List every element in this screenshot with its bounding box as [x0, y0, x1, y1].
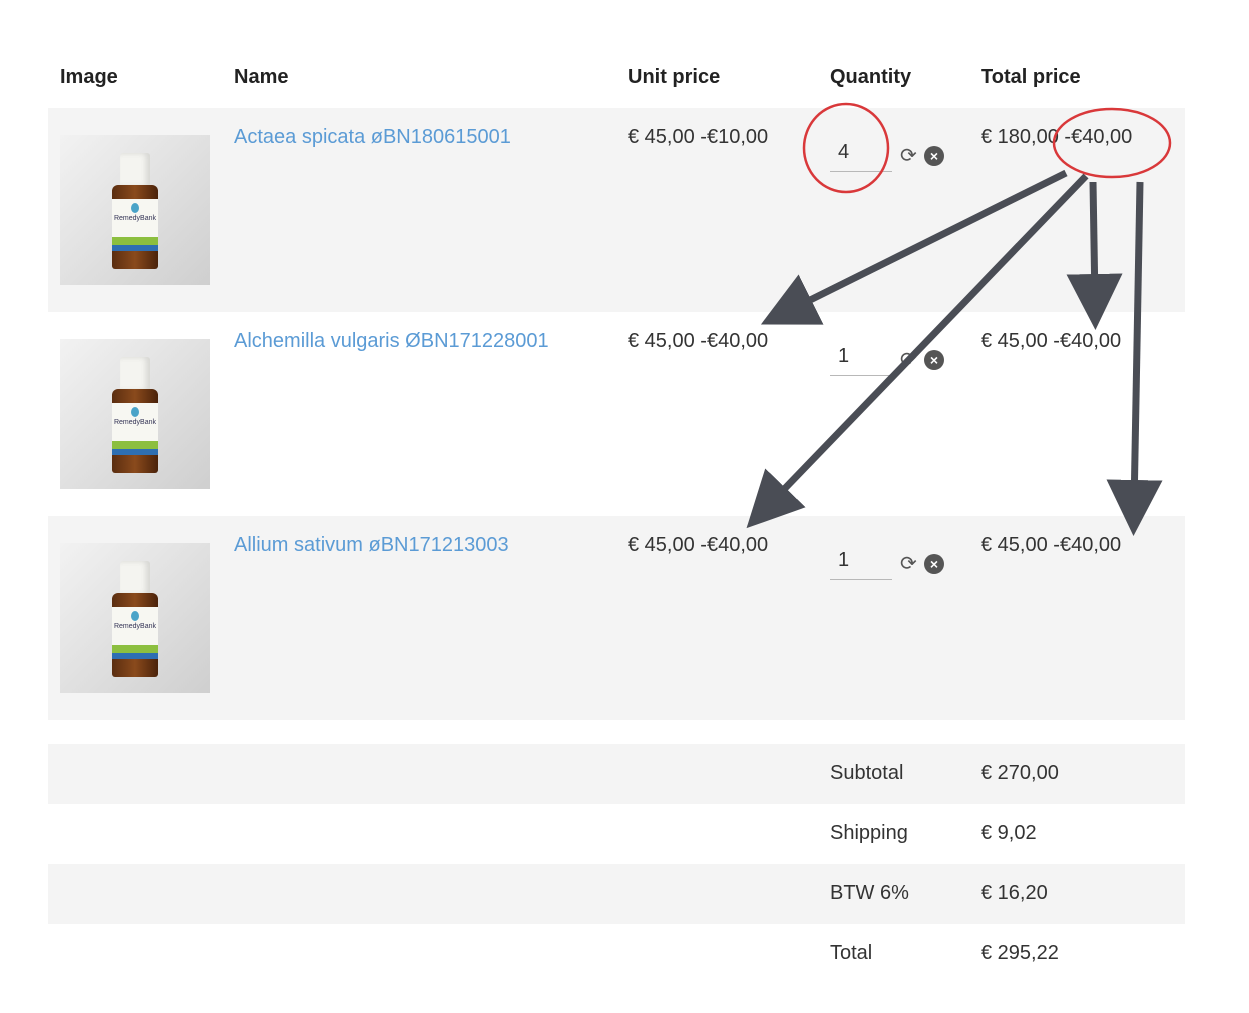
summary-value: € 295,22	[981, 942, 1059, 964]
brand-label: RemedyBank	[113, 623, 157, 630]
bottle-graphic: RemedyBank	[112, 561, 158, 677]
refresh-icon[interactable]: ⟳	[900, 554, 917, 574]
product-image[interactable]: RemedyBank	[60, 543, 210, 693]
summary-row-total: Total € 295,22	[48, 924, 1185, 984]
table-row: RemedyBank Allium sativum øBN171213003 €…	[48, 516, 1185, 720]
table-row: RemedyBank Actaea spicata øBN180615001 €…	[48, 108, 1185, 312]
header-image: Image	[60, 66, 118, 88]
product-image[interactable]: RemedyBank	[60, 135, 210, 285]
brand-label: RemedyBank	[113, 419, 157, 426]
header-quantity: Quantity	[830, 66, 912, 88]
quantity-input[interactable]	[830, 542, 892, 580]
header-total-price: Total price	[981, 66, 1081, 88]
total-price: € 45,00 -€40,00	[981, 534, 1122, 556]
quantity-input[interactable]	[830, 338, 892, 376]
summary-value: € 270,00	[981, 762, 1059, 784]
refresh-icon[interactable]: ⟳	[900, 350, 917, 370]
summary-label: BTW 6%	[830, 882, 909, 904]
summary-value: € 9,02	[981, 822, 1037, 844]
bottle-graphic: RemedyBank	[112, 357, 158, 473]
summary-label: Subtotal	[830, 762, 904, 784]
summary-label: Total	[830, 942, 873, 964]
quantity-input[interactable]	[830, 134, 892, 172]
unit-price: € 45,00 -€40,00	[628, 330, 769, 352]
header-unit-price: Unit price	[628, 66, 721, 88]
total-price: € 180,00 -€40,00	[981, 126, 1133, 148]
header-name: Name	[234, 66, 289, 88]
table-header: Image Name Unit price Quantity Total pri…	[48, 62, 1185, 98]
product-name-link[interactable]: Actaea spicata øBN180615001	[234, 126, 511, 149]
remove-icon[interactable]: ×	[924, 350, 944, 370]
summary-value: € 16,20	[981, 882, 1048, 904]
unit-price: € 45,00 -€10,00	[628, 126, 769, 148]
refresh-icon[interactable]: ⟳	[900, 146, 917, 166]
product-name-link[interactable]: Allium sativum øBN171213003	[234, 534, 509, 557]
product-name-link[interactable]: Alchemilla vulgaris ØBN171228001	[234, 330, 549, 353]
summary-row-subtotal: Subtotal € 270,00	[48, 744, 1185, 804]
bottle-graphic: RemedyBank	[112, 153, 158, 269]
summary-label: Shipping	[830, 822, 908, 844]
summary-row-tax: BTW 6% € 16,20	[48, 864, 1185, 924]
summary-row-shipping: Shipping € 9,02	[48, 804, 1185, 864]
brand-label: RemedyBank	[113, 215, 157, 222]
remove-icon[interactable]: ×	[924, 146, 944, 166]
product-image[interactable]: RemedyBank	[60, 339, 210, 489]
unit-price: € 45,00 -€40,00	[628, 534, 769, 556]
table-row: RemedyBank Alchemilla vulgaris ØBN171228…	[48, 312, 1185, 516]
remove-icon[interactable]: ×	[924, 554, 944, 574]
total-price: € 45,00 -€40,00	[981, 330, 1122, 352]
